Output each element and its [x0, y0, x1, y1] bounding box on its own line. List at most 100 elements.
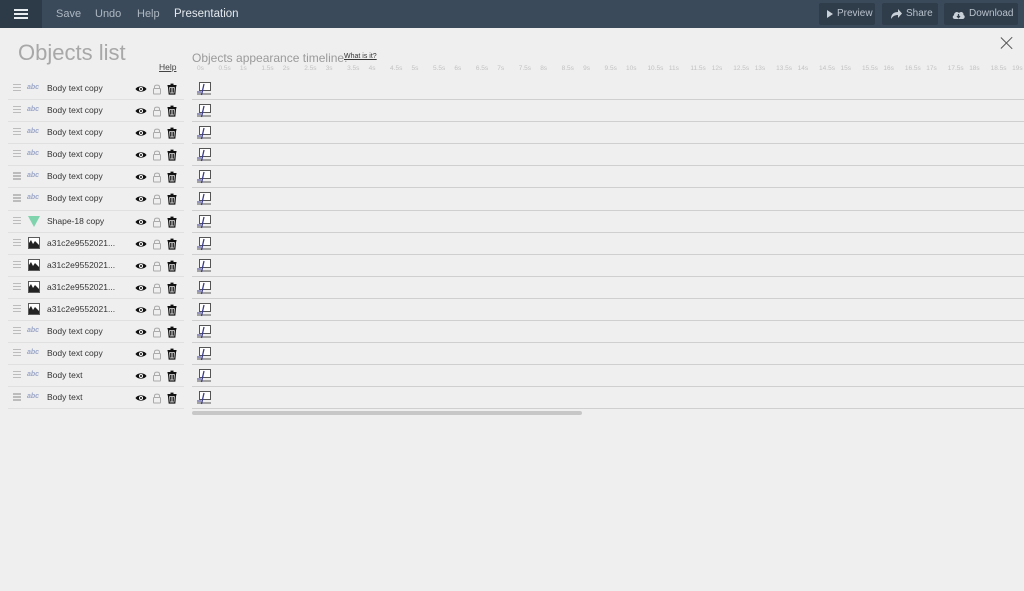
- trash-icon[interactable]: [166, 126, 178, 139]
- lock-icon[interactable]: [151, 126, 163, 139]
- drag-handle-icon[interactable]: [13, 84, 21, 92]
- help-menu-button[interactable]: Help: [137, 0, 160, 28]
- visibility-eye-icon[interactable]: [135, 369, 147, 381]
- appearance-marker-icon[interactable]: [196, 347, 212, 361]
- lock-icon[interactable]: [151, 215, 163, 228]
- appearance-marker-icon[interactable]: [196, 280, 212, 295]
- lock-icon[interactable]: [151, 303, 163, 316]
- object-row[interactable]: abc Body text copy: [8, 188, 184, 211]
- undo-button[interactable]: Undo: [95, 0, 121, 28]
- appearance-marker-icon[interactable]: [196, 391, 212, 405]
- object-row[interactable]: abc Body text copy: [8, 321, 184, 344]
- visibility-eye-icon[interactable]: [135, 259, 147, 271]
- appearance-marker-icon[interactable]: [196, 236, 212, 251]
- lock-icon[interactable]: [151, 148, 163, 161]
- appearance-marker-icon[interactable]: [196, 214, 212, 229]
- trash-icon[interactable]: [166, 369, 178, 382]
- appearance-marker-icon[interactable]: [196, 192, 212, 206]
- object-row[interactable]: abc Body text copy: [8, 100, 184, 123]
- drag-handle-icon[interactable]: [13, 106, 21, 114]
- trash-icon[interactable]: [166, 391, 178, 404]
- appearance-marker-icon[interactable]: [196, 170, 212, 184]
- visibility-eye-icon[interactable]: [135, 347, 147, 359]
- drag-handle-icon[interactable]: [13, 327, 21, 335]
- object-row[interactable]: abc Body text copy: [8, 122, 184, 145]
- lock-icon[interactable]: [151, 104, 163, 117]
- trash-icon[interactable]: [166, 82, 178, 95]
- object-row[interactable]: Shape-18 copy: [8, 211, 184, 233]
- trash-icon[interactable]: [166, 237, 178, 250]
- lock-icon[interactable]: [151, 192, 163, 205]
- drag-handle-icon[interactable]: [13, 371, 21, 379]
- visibility-eye-icon[interactable]: [135, 170, 147, 182]
- share-button[interactable]: Share: [882, 3, 938, 25]
- object-row[interactable]: a31c2e9552021...: [8, 277, 184, 299]
- visibility-eye-icon[interactable]: [135, 303, 147, 315]
- lock-icon[interactable]: [151, 170, 163, 183]
- visibility-eye-icon[interactable]: [135, 215, 147, 227]
- object-row[interactable]: abc Body text copy: [8, 144, 184, 167]
- lock-icon[interactable]: [151, 237, 163, 250]
- close-icon[interactable]: [1000, 36, 1014, 50]
- lock-icon[interactable]: [151, 347, 163, 360]
- visibility-eye-icon[interactable]: [135, 82, 147, 94]
- trash-icon[interactable]: [166, 104, 178, 117]
- trash-icon[interactable]: [166, 303, 178, 316]
- appearance-marker-icon[interactable]: [196, 369, 212, 383]
- download-button[interactable]: Download: [944, 3, 1018, 25]
- visibility-eye-icon[interactable]: [135, 104, 147, 116]
- trash-icon[interactable]: [166, 347, 178, 360]
- drag-handle-icon[interactable]: [13, 128, 21, 136]
- appearance-marker-icon[interactable]: [196, 258, 212, 273]
- lock-icon[interactable]: [151, 82, 163, 95]
- what-is-it-link[interactable]: What is it?: [344, 53, 377, 60]
- object-row[interactable]: a31c2e9552021...: [8, 299, 184, 322]
- visibility-eye-icon[interactable]: [135, 281, 147, 293]
- appearance-marker-icon[interactable]: [196, 82, 212, 96]
- trash-icon[interactable]: [166, 325, 178, 338]
- appearance-marker-icon[interactable]: [196, 148, 212, 162]
- object-row[interactable]: abc Body text: [8, 387, 184, 410]
- object-row[interactable]: a31c2e9552021...: [8, 255, 184, 277]
- trash-icon[interactable]: [166, 281, 178, 294]
- trash-icon[interactable]: [166, 170, 178, 183]
- drag-handle-icon[interactable]: [13, 393, 21, 401]
- appearance-marker-icon[interactable]: [196, 325, 212, 339]
- visibility-eye-icon[interactable]: [135, 391, 147, 403]
- visibility-eye-icon[interactable]: [135, 237, 147, 249]
- trash-icon[interactable]: [166, 259, 178, 272]
- visibility-eye-icon[interactable]: [135, 192, 147, 204]
- object-row[interactable]: abc Body text: [8, 365, 184, 388]
- visibility-eye-icon[interactable]: [135, 325, 147, 337]
- lock-icon[interactable]: [151, 281, 163, 294]
- object-row[interactable]: abc Body text copy: [8, 78, 184, 101]
- appearance-marker-icon[interactable]: [196, 126, 212, 140]
- lock-icon[interactable]: [151, 259, 163, 272]
- trash-icon[interactable]: [166, 215, 178, 228]
- drag-handle-icon[interactable]: [13, 282, 21, 291]
- drag-handle-icon[interactable]: [13, 150, 21, 158]
- drag-handle-icon[interactable]: [13, 238, 21, 247]
- drag-handle-icon[interactable]: [13, 260, 21, 269]
- object-row[interactable]: abc Body text copy: [8, 166, 184, 189]
- drag-handle-icon[interactable]: [13, 172, 21, 180]
- object-row[interactable]: abc Body text copy: [8, 343, 184, 366]
- appearance-marker-icon[interactable]: [196, 104, 212, 118]
- lock-icon[interactable]: [151, 369, 163, 382]
- timeline-horizontal-scrollbar[interactable]: [192, 411, 582, 415]
- visibility-eye-icon[interactable]: [135, 148, 147, 160]
- appearance-marker-icon[interactable]: [196, 302, 212, 317]
- drag-handle-icon[interactable]: [13, 216, 21, 225]
- object-row[interactable]: a31c2e9552021...: [8, 233, 184, 255]
- save-button[interactable]: Save: [56, 0, 81, 28]
- objects-help-link[interactable]: Help: [159, 62, 176, 72]
- drag-handle-icon[interactable]: [13, 304, 21, 313]
- drag-handle-icon[interactable]: [13, 349, 21, 357]
- trash-icon[interactable]: [166, 192, 178, 206]
- visibility-eye-icon[interactable]: [135, 126, 147, 138]
- lock-icon[interactable]: [151, 325, 163, 338]
- drag-handle-icon[interactable]: [13, 194, 21, 202]
- lock-icon[interactable]: [151, 391, 163, 404]
- hamburger-menu-icon[interactable]: [0, 0, 42, 28]
- trash-icon[interactable]: [166, 148, 178, 161]
